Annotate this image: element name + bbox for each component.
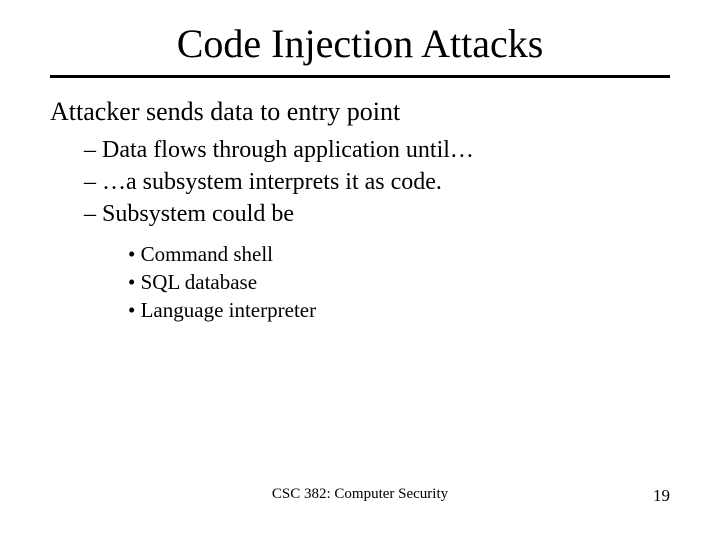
bullet-point: • Language interpreter: [128, 297, 670, 323]
title-underline: [50, 75, 670, 78]
main-point: Attacker sends data to entry point: [50, 96, 670, 129]
slide-footer: CSC 382: Computer Security 19: [0, 486, 720, 506]
slide-body: Attacker sends data to entry point – Dat…: [50, 96, 670, 323]
footer-course: CSC 382: Computer Security: [272, 486, 448, 503]
sub-point: – …a subsystem interprets it as code.: [84, 167, 670, 197]
bullet-point: • Command shell: [128, 241, 670, 267]
footer-page-number: 19: [653, 486, 670, 506]
sub-point: – Data flows through application until…: [84, 135, 670, 165]
bullet-group: • Command shell • SQL database • Languag…: [50, 241, 670, 324]
slide-title: Code Injection Attacks: [50, 20, 670, 67]
slide-container: Code Injection Attacks Attacker sends da…: [0, 0, 720, 540]
bullet-point: • SQL database: [128, 269, 670, 295]
sub-point: – Subsystem could be: [84, 199, 670, 229]
